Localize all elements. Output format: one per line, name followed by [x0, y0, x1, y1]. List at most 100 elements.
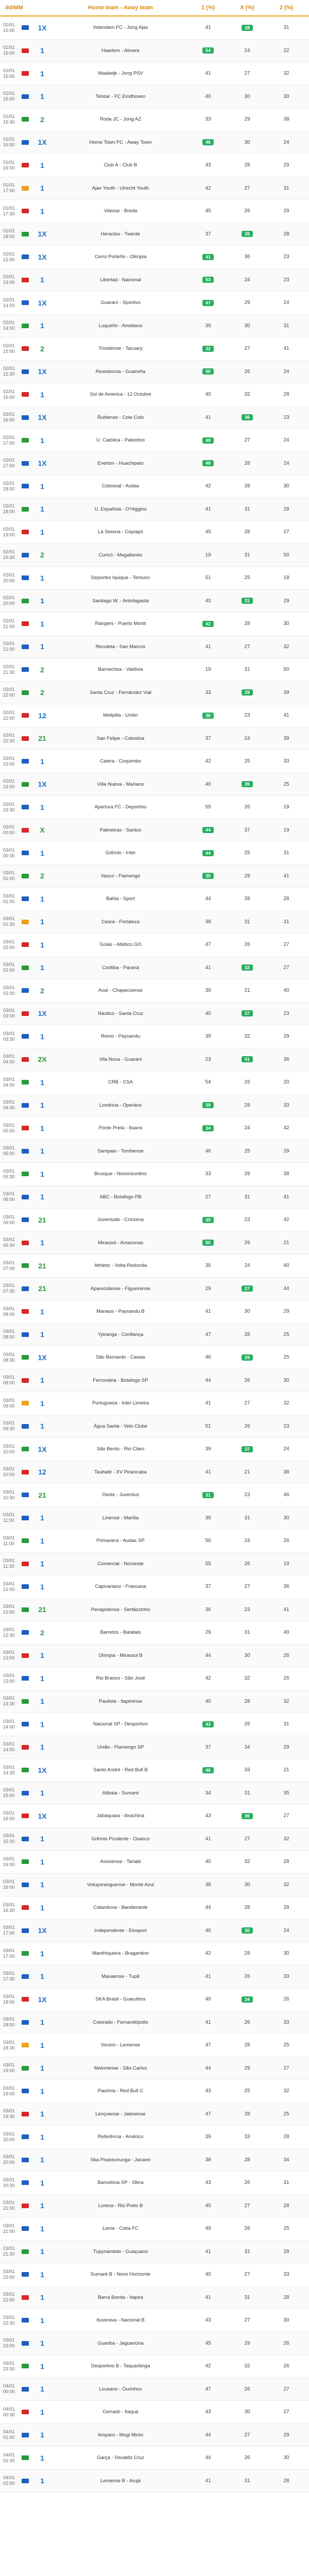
table-row[interactable]: 02/01 23:30 1 Apertura FC - Deportivo 55 26 19 — [0, 796, 309, 819]
match-teams[interactable]: U. Española - O'Higgins — [53, 506, 188, 512]
table-row[interactable]: 01/01 15:00 1 Telstar - FC Eindhoven 40 30 30 — [0, 85, 309, 108]
table-row[interactable]: 03/01 20:00 1 Referência - Américo 39 33 28 — [0, 2126, 309, 2149]
match-teams[interactable]: Barcelona SP - Sfera — [53, 2180, 188, 2185]
table-row[interactable]: 03/01 15:30 1 Grêmio Prudente - Osasco 41 27 3… — [0, 1827, 309, 1851]
match-teams[interactable]: SKA Brasil - Guarulhos — [53, 1996, 188, 2002]
match-teams[interactable]: Telstar - FC Eindhoven — [53, 94, 188, 99]
match-teams[interactable]: Nacional SP - Desportivo — [53, 1721, 188, 1727]
match-teams[interactable]: Santiago W. - Antofagasta — [53, 598, 188, 604]
table-row[interactable]: 03/01 23:00 1 Guariba - Jaguariúna 45 29 26 — [0, 2332, 309, 2355]
table-row[interactable]: 01/01 17:30 1 Vitesse - Breda 45 26 29 — [0, 200, 309, 223]
table-row[interactable]: 03/01 07:00 21 Athletic - Volta Redonda 36 24… — [0, 1255, 309, 1278]
match-teams[interactable]: Ypiranga - Confiança — [53, 1332, 188, 1337]
match-teams[interactable]: Waalwijk - Jong PSV — [53, 71, 188, 76]
table-row[interactable]: 03/01 14:00 1 União - Flamengo SP 37 34 29 — [0, 1736, 309, 1759]
table-row[interactable]: 03/01 12:00 21 Penapolense - Sertãozinho 36 2… — [0, 1598, 309, 1621]
match-teams[interactable]: Colorado - Fernandópolis — [53, 2020, 188, 2025]
table-row[interactable]: 02/01 22:00 2 Santa Cruz - Fernández Vial 33… — [0, 681, 309, 704]
table-row[interactable]: 03/01 18:00 1 Colorado - Fernandópolis 41 26 3… — [0, 2011, 309, 2034]
table-row[interactable]: 03/01 18:30 1 Vocem - Lemense 47 28 25 — [0, 2034, 309, 2057]
match-teams[interactable]: Luqueño - Ameliano — [53, 323, 188, 329]
table-row[interactable]: 02/01 16:00 1 Sol de America - 12 Octubre 40… — [0, 383, 309, 406]
table-row[interactable]: 02/01 19:30 2 Curicó - Magallanes 19 31 50 — [0, 544, 309, 567]
table-row[interactable]: 03/01 08:00 1 Ypiranga - Confiança 47 28 25 — [0, 1323, 309, 1346]
table-row[interactable]: 03/01 05:00 1 Ponte Preta - Ituano 34 24 42 — [0, 1117, 309, 1140]
match-teams[interactable]: Avaí - Chapecoense — [53, 988, 188, 993]
table-row[interactable]: 02/01 20:00 1 Deportes Iquique - Temuco 51 25… — [0, 567, 309, 590]
match-teams[interactable]: Portuguesa - Inter Limeira — [53, 1400, 188, 1406]
table-row[interactable]: 02/01 12:00 1X Cerro Porteño - Olimpia 41 36 2… — [0, 246, 309, 269]
table-row[interactable]: 01/01 16:00 1X Home Town FC - Away Town 46 30… — [0, 131, 309, 154]
match-teams[interactable]: Juventude - Criciúma — [53, 1217, 188, 1223]
match-teams[interactable]: Ñublense - Colo Colo — [53, 415, 188, 420]
table-row[interactable]: 02/01 15:30 1X Resistencia - Guaireña 50 26 24 — [0, 360, 309, 383]
match-teams[interactable]: Sol de America - 12 Octubre — [53, 392, 188, 397]
match-teams[interactable]: Garça - Osvaldo Cruz — [53, 2455, 188, 2461]
match-teams[interactable]: Amparo - Mogi Mirim — [53, 2432, 188, 2438]
match-teams[interactable]: Tupynambás - Guaçuano — [53, 2249, 188, 2255]
table-row[interactable]: 03/01 22:00 1 Sumaré B - Novo Horizonte 40 27… — [0, 2263, 309, 2286]
table-row[interactable]: 02/01 13:00 1 Libertad - Nacional 53 24 23 — [0, 268, 309, 292]
table-row[interactable]: 03/01 10:00 12 Taubaté - XV Piracicaba 41 21 3… — [0, 1461, 309, 1484]
match-teams[interactable]: Guariba - Jaguariúna — [53, 2341, 188, 2346]
match-teams[interactable]: Palmeiras - Santos — [53, 827, 188, 833]
match-teams[interactable]: Ponte Preta - Ituano — [53, 1125, 188, 1131]
table-row[interactable]: 03/01 02:00 1 Goiás - Atlético GO 47 26 27 — [0, 934, 309, 957]
match-teams[interactable]: Olímpia - Mirassol B — [53, 1653, 188, 1658]
table-row[interactable]: 03/01 16:00 1 Assisense - Tanabi 40 32 28 — [0, 1851, 309, 1874]
table-row[interactable]: 03/01 09:30 1 Água Santa - Velo Clube 51 26 23 — [0, 1415, 309, 1438]
match-teams[interactable]: Barnechea - Valdivia — [53, 667, 188, 672]
match-teams[interactable]: Roda JC - Jong AZ — [53, 116, 188, 122]
match-teams[interactable]: Ceará - Fortaleza — [53, 919, 188, 925]
table-row[interactable]: 03/01 05:00 1 Sampaio - Tombense 46 25 29 — [0, 1140, 309, 1163]
match-teams[interactable]: Resistencia - Guaireña — [53, 369, 188, 375]
match-teams[interactable]: Guaraní - Sportivo — [53, 300, 188, 306]
match-teams[interactable]: São Bernardo - Caxias — [53, 1354, 188, 1360]
table-row[interactable]: 02/01 17:00 1X Everton - Huachipato 48 28 24 — [0, 452, 309, 475]
match-teams[interactable]: Deportes Iquique - Temuco — [53, 575, 188, 581]
match-teams[interactable]: Ajax Youth - Utrecht Youth — [53, 185, 188, 191]
match-teams[interactable]: Cerro Porteño - Olimpia — [53, 254, 188, 260]
match-teams[interactable]: Água Santa - Velo Clube — [53, 1423, 188, 1429]
table-row[interactable]: 03/01 13:30 1 Paulista - Itapirense 40 28 32 — [0, 1690, 309, 1713]
table-row[interactable]: 03/01 10:30 21 Oeste - Juventus 31 23 46 — [0, 1484, 309, 1507]
table-row[interactable]: 02/01 21:00 1 Recoleta - San Marcos 41 27 32 — [0, 635, 309, 658]
table-row[interactable]: 01/01 15:00 1 Waalwijk - Jong PSV 41 27 32 — [0, 62, 309, 86]
table-row[interactable]: 03/01 03:30 1 Remo - Paysandu 39 32 29 — [0, 1025, 309, 1048]
table-row[interactable]: 01/01 15:00 1 Haarlem - Almere 54 24 22 — [0, 39, 309, 62]
match-teams[interactable]: Lemense B - Arujá — [53, 2478, 188, 2484]
table-row[interactable]: 03/01 22:30 1 Ituverava - Nacional B 43 27 30 — [0, 2309, 309, 2332]
match-teams[interactable]: Manthiqueira - Bragantino — [53, 1951, 188, 1956]
table-row[interactable]: 03/01 02:00 1 Coritiba - Paraná 41 32 27 — [0, 956, 309, 979]
match-teams[interactable]: San Felipe - Cobreloa — [53, 736, 188, 741]
table-row[interactable]: 03/01 13:00 1 Rio Branco - São José 42 32 26 — [0, 1667, 309, 1690]
match-teams[interactable]: Brusque - Novorizontino — [53, 1171, 188, 1177]
match-teams[interactable]: Santa Cruz - Fernández Vial — [53, 690, 188, 696]
table-row[interactable]: 03/01 19:30 1 Lençoense - Jalesense 47 28 25 — [0, 2103, 309, 2126]
match-teams[interactable]: Paulínia - Red Bull C — [53, 2088, 188, 2094]
table-row[interactable]: 03/01 11:00 1 Linense - Marília 39 31 30 — [0, 1506, 309, 1530]
table-row[interactable]: 03/01 22:00 1 Barra Bonita - Itapira 41 31 28 — [0, 2286, 309, 2309]
match-teams[interactable]: Trinidense - Tacuary — [53, 346, 188, 351]
table-row[interactable]: 03/01 05:30 1 Brusque - Novorizontino 33 29 38 — [0, 1163, 309, 1186]
match-teams[interactable]: Home Town FC - Away Town — [53, 140, 188, 145]
table-row[interactable]: 03/01 01:00 1 Bahia - Sport 44 28 28 — [0, 888, 309, 911]
table-row[interactable]: 02/01 14:00 1X Guaraní - Sportivo 47 29 24 — [0, 292, 309, 315]
match-teams[interactable]: São Bento - Rio Claro — [53, 1446, 188, 1452]
match-teams[interactable]: Penapolense - Sertãozinho — [53, 1607, 188, 1613]
table-row[interactable]: 03/01 03:00 1X Náutico - Santa Cruz 40 37 23 — [0, 1002, 309, 1025]
match-teams[interactable]: Grêmio Prudente - Osasco — [53, 1836, 188, 1842]
table-row[interactable]: 03/01 18:00 1X SKA Brasil - Guarulhos 40 34 26 — [0, 1988, 309, 2011]
table-row[interactable]: 03/01 23:30 1 Desportivo B - Taquaritinga 42… — [0, 2355, 309, 2378]
match-teams[interactable]: Vila Nova - Guarani — [53, 1057, 188, 1062]
table-row[interactable]: 03/01 00:30 1 Grêmio - Inter 44 25 31 — [0, 842, 309, 865]
match-teams[interactable]: Bahia - Sport — [53, 896, 188, 902]
match-teams[interactable]: Sumaré B - Novo Horizonte — [53, 2272, 188, 2277]
table-row[interactable]: 03/01 20:30 1 Barcelona SP - Sfera 43 26 31 — [0, 2172, 309, 2195]
table-row[interactable]: 03/01 04:30 1 Londrina - Operário 39 28 33 — [0, 1094, 309, 1117]
table-row[interactable]: 03/01 14:30 1X Santo André - Red Bull B 46 33… — [0, 1759, 309, 1782]
table-row[interactable]: 03/01 14:00 1 Nacional SP - Desportivo 43 26 3… — [0, 1713, 309, 1736]
table-row[interactable]: 03/01 19:00 1 Paulínia - Red Bull C 43 25 32 — [0, 2080, 309, 2103]
table-row[interactable]: 01/01 15:00 1X Volendam FC - Jong Ajax 41 28 3… — [0, 16, 309, 40]
table-row[interactable]: 03/01 17:00 1X Independente - Elosport 46 30 2… — [0, 1919, 309, 1942]
